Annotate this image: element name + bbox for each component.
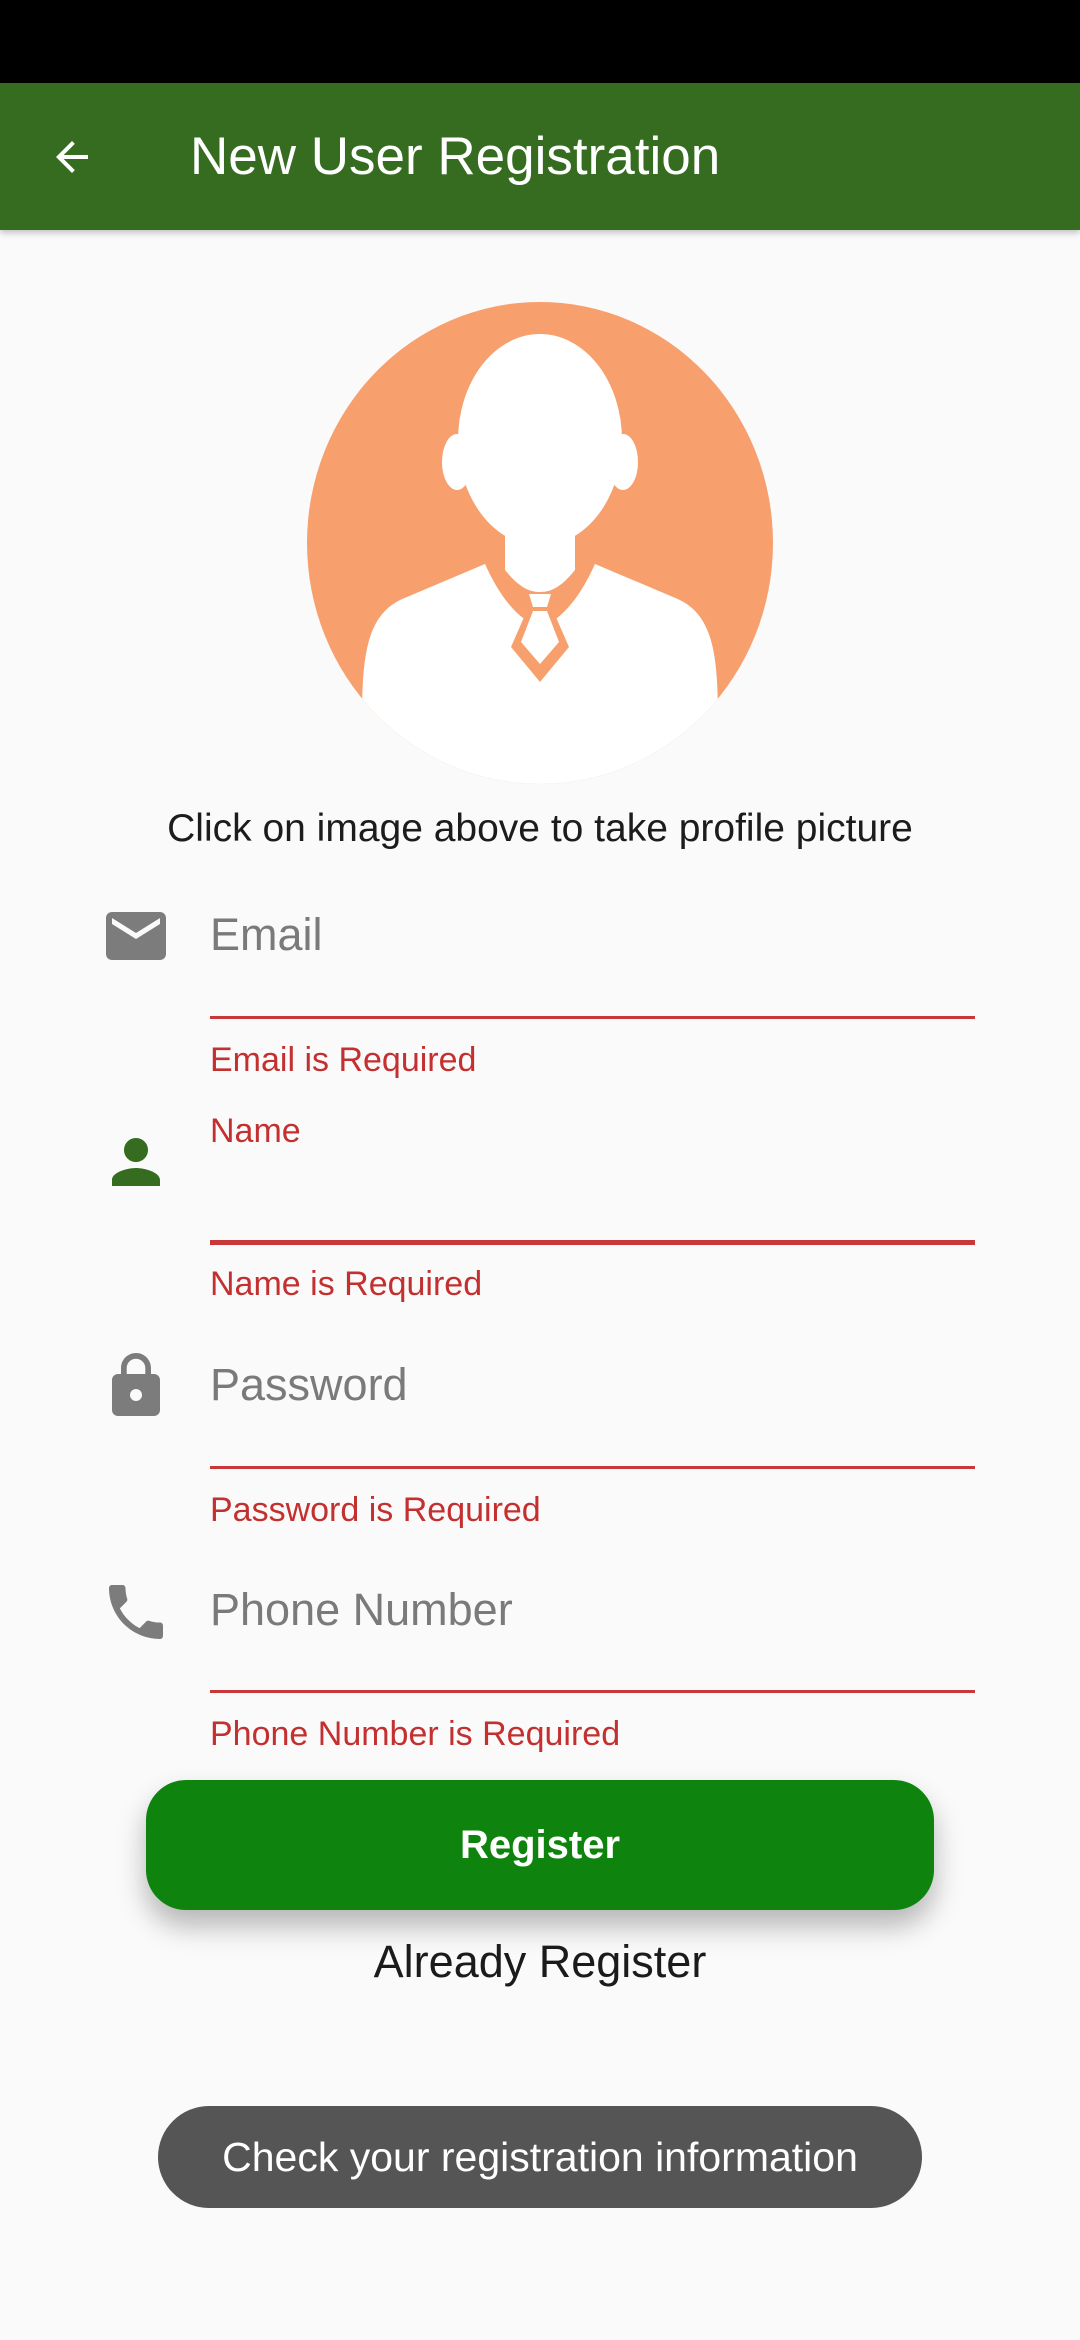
password-input[interactable] <box>210 1340 975 1430</box>
name-label: Name <box>210 1112 301 1150</box>
back-button[interactable] <box>36 121 108 193</box>
app-bar: New User Registration <box>0 83 1080 230</box>
lock-icon <box>112 1353 160 1416</box>
register-button[interactable]: Register <box>146 1780 934 1910</box>
arrow-back-icon <box>56 141 88 173</box>
status-bar <box>0 0 1080 83</box>
phone-error: Phone Number is Required <box>210 1715 621 1753</box>
phone-icon <box>109 1585 163 1639</box>
already-register-link[interactable]: Already Register <box>0 1934 1080 1990</box>
email-input[interactable] <box>210 890 975 980</box>
snackbar-message: Check your registration information <box>222 2133 858 2180</box>
snackbar: Check your registration information <box>158 2106 922 2208</box>
mail-icon <box>106 912 166 960</box>
profile-picture-button[interactable] <box>307 302 773 784</box>
name-underline <box>210 1240 975 1245</box>
email-error: Email is Required <box>210 1041 477 1079</box>
password-underline <box>210 1466 975 1469</box>
avatar-caption: Click on image above to take profile pic… <box>167 807 913 850</box>
phone-input[interactable] <box>210 1565 975 1655</box>
password-error: Password is Required <box>210 1491 541 1529</box>
page-title: New User Registration <box>190 127 721 186</box>
name-input[interactable] <box>210 1150 975 1240</box>
person-icon <box>112 1138 160 1186</box>
phone-underline <box>210 1690 975 1693</box>
person-silhouette-icon <box>362 334 718 784</box>
name-error: Name is Required <box>210 1265 483 1303</box>
email-underline <box>210 1016 975 1019</box>
